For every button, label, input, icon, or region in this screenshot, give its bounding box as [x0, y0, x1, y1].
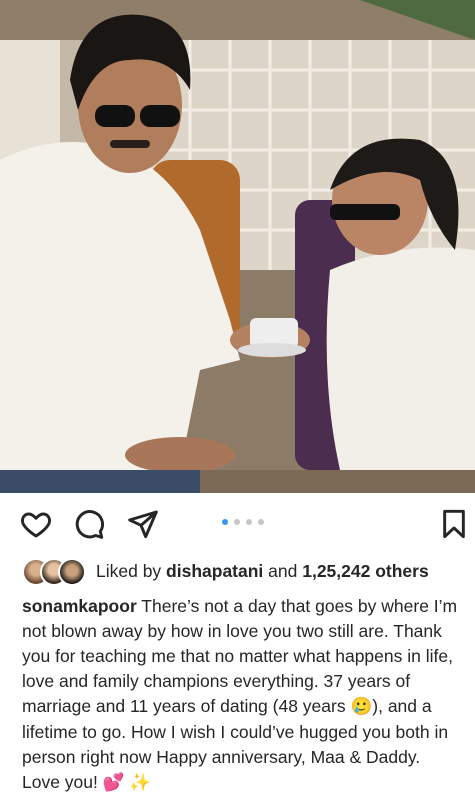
liker-avatars: [22, 558, 86, 586]
carousel-dot: [258, 519, 264, 525]
two-hearts-emoji: 💕: [102, 773, 125, 793]
smiling-tear-emoji: 🥲: [350, 697, 373, 717]
likes-middle: and: [263, 560, 303, 581]
caption-username[interactable]: sonamkapoor: [22, 596, 137, 616]
liker-username[interactable]: dishapatani: [166, 561, 263, 581]
likes-count[interactable]: 1,25,242 others: [302, 561, 428, 581]
carousel-dot: [246, 519, 252, 525]
post-photo-illustration: [0, 0, 475, 493]
comment-icon[interactable]: [73, 508, 105, 540]
likes-text: Liked by dishapatani and 1,25,242 others: [96, 561, 429, 582]
carousel-dot: [234, 519, 240, 525]
heart-icon[interactable]: [20, 508, 52, 540]
bookmark-icon[interactable]: [438, 508, 470, 540]
sparkles-emoji: ✨: [129, 773, 152, 793]
post-caption: sonamkapoor There’s not a day that goes …: [22, 594, 462, 796]
avatar: [58, 558, 86, 586]
carousel-dot-active: [222, 519, 228, 525]
post-photo[interactable]: [0, 0, 475, 493]
likes-prefix: Liked by: [96, 560, 167, 581]
send-icon[interactable]: [127, 508, 159, 540]
likes-row[interactable]: Liked by dishapatani and 1,25,242 others: [22, 556, 462, 586]
carousel-indicator: [222, 519, 264, 525]
